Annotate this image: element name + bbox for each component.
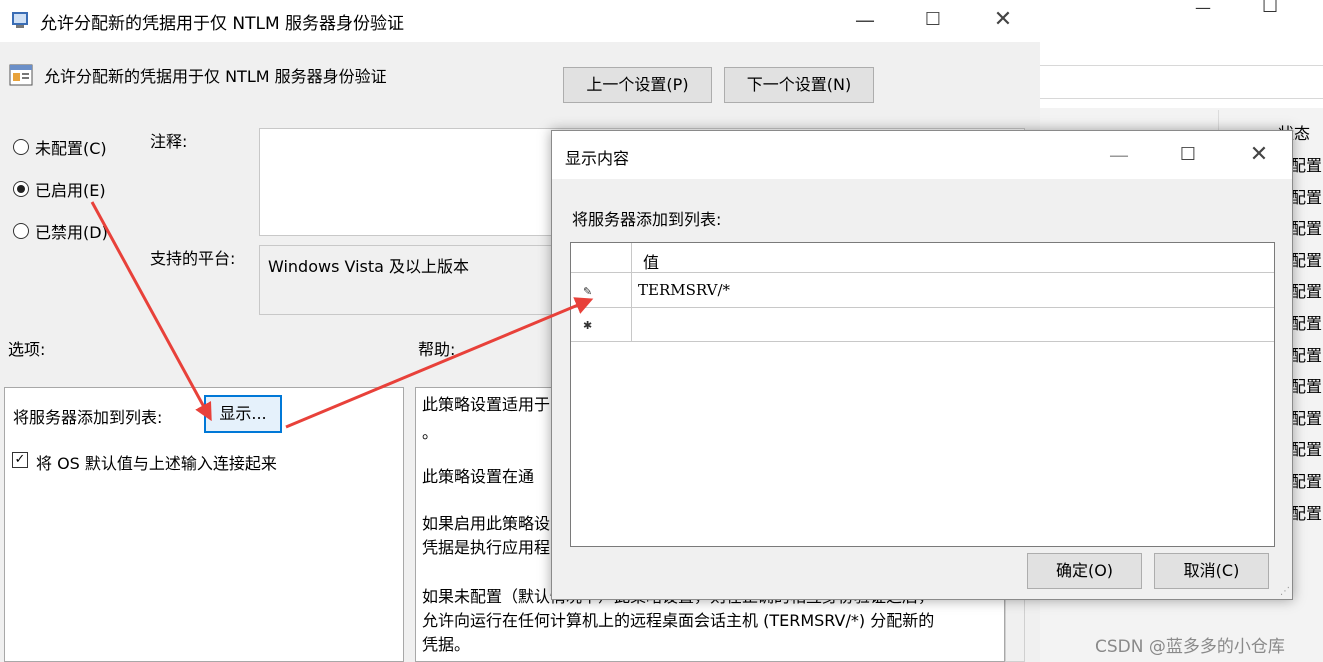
annotation-arrows [90, 201, 594, 429]
arrow-show-to-dialog [285, 297, 594, 429]
watermark: CSDN @蓝多多的小仓库 [1095, 637, 1285, 657]
arrow-enabled-to-show [90, 201, 212, 422]
